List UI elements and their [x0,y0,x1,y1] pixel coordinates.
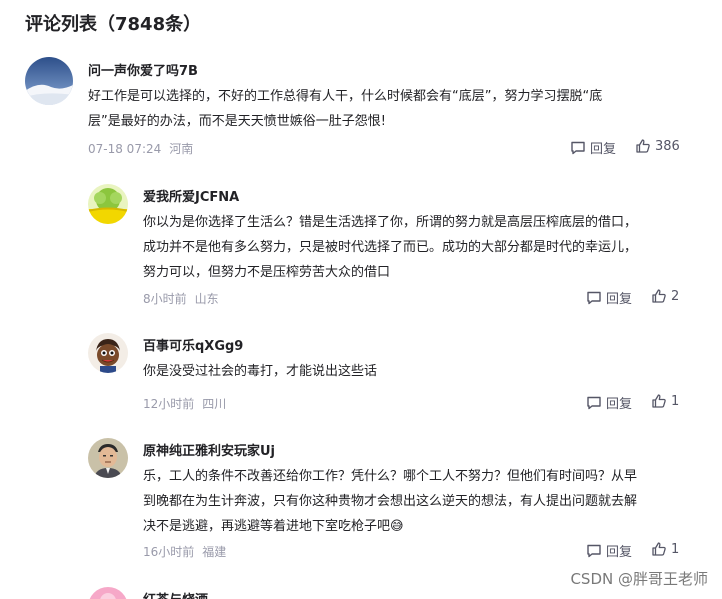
like-button[interactable]: 1 [651,393,679,409]
thumbs-up-icon [636,139,650,153]
comment-text: 你以为是你选择了生活么？错是生活选择了你，所谓的努力就是高层压榨底层的借口， 成… [143,210,703,285]
comment-icon [587,291,601,304]
comment-location: 福建 [202,545,227,559]
comment-time: 8小时前 [143,292,187,306]
comment-username[interactable]: 原神纯正雅利安玩家Uj [143,440,275,459]
reply-label: 回复 [606,292,633,307]
comment-username[interactable]: 百事可乐qXGg9 [143,335,243,354]
reply-button[interactable]: 回复 [586,393,632,412]
avatar[interactable] [88,438,128,478]
comment-username[interactable]: 爱我所爱JCFNA [143,186,239,205]
page-title: 评论列表（7848条） [25,14,202,35]
comment-text-line: 好工作是可以选择的，不好的工作总得有人干，什么时候都会有“底层”，努力学习摆脱“… [88,89,603,104]
like-count: 2 [671,288,680,304]
comment-username[interactable]: 红茶与烧酒 [143,589,208,599]
reply-button[interactable]: 回复 [570,138,616,157]
comment-meta: 8小时前 山东 [143,290,219,307]
comment-text-line: 成功并不是他有多么努力，只是被时代选择了而已。成功的大部分都是时代的幸运儿， [143,240,638,255]
comment-location: 河南 [169,142,194,156]
comment-time: 12小时前 [143,397,195,411]
comment-text-line: 到晚都在为生计奔波，只有你这种贵物才会想出这么逆天的想法，有人提出问题就去解 [143,494,638,509]
reply-label: 回复 [590,142,617,157]
like-button[interactable]: 386 [635,138,680,154]
watermark: CSDN @胖哥王老师 [570,570,708,588]
like-button[interactable]: 1 [651,541,679,557]
avatar[interactable] [25,57,73,105]
like-button[interactable]: 2 [651,288,679,304]
avatar[interactable] [88,184,128,224]
comment-time: 16小时前 [143,545,195,559]
reply-button[interactable]: 回复 [586,288,632,307]
reply-label: 回复 [606,545,633,560]
avatar[interactable] [88,587,128,599]
comment-icon [587,544,601,557]
comment-text-line: 努力可以，但努力不是压榨劳苦大众的借口 [143,265,391,280]
thumbs-up-icon [652,289,666,303]
comment-icon [571,141,585,154]
thumbs-up-icon [652,542,666,556]
comment-icon [587,396,601,409]
comment-text-line: 层”是最好的办法，而不是天天愤世嫉俗一肚子怨恨! [88,114,386,129]
comment-text-line: 你以为是你选择了生活么？错是生活选择了你，所谓的努力就是高层压榨底层的借口， [143,215,638,230]
comment-meta: 16小时前 福建 [143,543,226,560]
comment-username[interactable]: 问一声你爱了吗7B [88,60,198,79]
like-count: 1 [671,393,680,409]
comment-text-line: 乐，工人的条件不改善还给你工作？凭什么？哪个工人不努力？但他们有时间吗？从早 [143,469,638,484]
comment-meta: 12小时前 四川 [143,395,226,412]
comment-time: 07-18 07:24 [88,142,162,156]
like-count: 1 [671,541,680,557]
like-count: 386 [655,138,680,154]
avatar[interactable] [88,333,128,373]
reply-label: 回复 [606,397,633,412]
thumbs-up-icon [652,394,666,408]
comment-text: 乐，工人的条件不改善还给你工作？凭什么？哪个工人不努力？但他们有时间吗？从早 到… [143,464,703,539]
comment-text-line: 你是没受过社会的毒打，才能说出这些话 [143,364,378,379]
comment-meta: 07-18 07:24 河南 [88,140,193,157]
reply-button[interactable]: 回复 [586,541,632,560]
comment-text: 你是没受过社会的毒打，才能说出这些话 [143,359,703,384]
comment-location: 山东 [194,292,219,306]
comment-text: 好工作是可以选择的，不好的工作总得有人干，什么时候都会有“底层”，努力学习摆脱“… [88,84,688,134]
comment-text-line: 决不是逃避，再逃避等着进地下室吃枪子吧😅 [143,519,404,534]
comment-location: 四川 [202,397,227,411]
